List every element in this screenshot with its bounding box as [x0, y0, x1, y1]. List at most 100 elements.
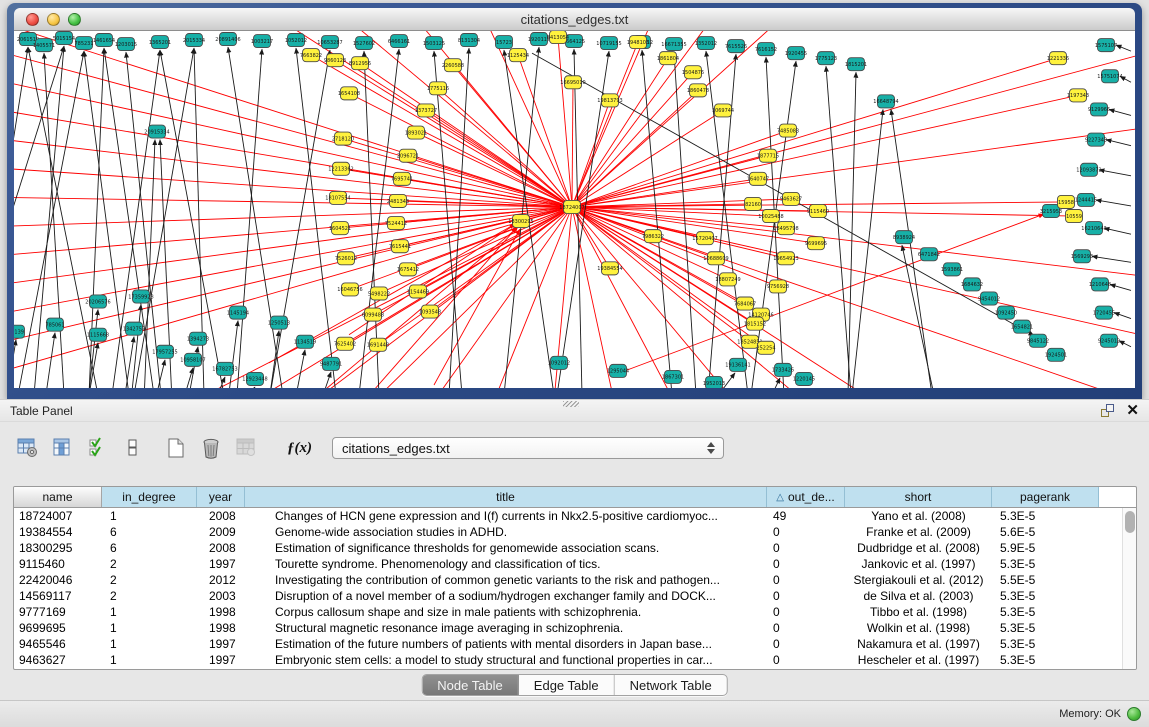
graph-edge[interactable]: [574, 49, 582, 388]
graph-node[interactable]: 7616152: [755, 43, 777, 56]
column-header-name[interactable]: name: [14, 487, 102, 507]
graph-edge[interactable]: [45, 333, 55, 388]
new-file-icon[interactable]: [164, 436, 188, 460]
graph-node[interactable]: 1733426: [772, 363, 794, 376]
splitter-grip[interactable]: [563, 401, 579, 407]
graph-edge[interactable]: [335, 60, 572, 207]
vertical-scrollbar[interactable]: [1122, 508, 1136, 669]
show-column-icon[interactable]: [51, 436, 75, 460]
graph-node[interactable]: 1924501: [1045, 348, 1067, 361]
graph-edge[interactable]: [852, 109, 883, 388]
table-row[interactable]: 1456911722003Disruption of a novel membe…: [14, 588, 1122, 604]
tab-network-table[interactable]: Network Table: [615, 675, 727, 695]
graph-edge[interactable]: [572, 82, 573, 207]
scrollbar-thumb[interactable]: [1125, 511, 1135, 533]
graph-node[interactable]: 1203015: [115, 38, 137, 51]
graph-node[interactable]: 1134519: [294, 335, 316, 348]
graph-edge[interactable]: [18, 51, 84, 388]
graph-node[interactable]: 1125434: [507, 49, 529, 62]
graph-node[interactable]: 1244415: [1075, 193, 1097, 206]
graph-node[interactable]: 785061: [45, 318, 64, 331]
graph-node[interactable]: 19136141: [725, 358, 750, 371]
graph-edge[interactable]: [572, 90, 698, 207]
graph-node[interactable]: 8912956: [349, 57, 371, 70]
graph-node[interactable]: 5498222: [368, 287, 390, 300]
graph-edge[interactable]: [572, 72, 693, 207]
graph-node[interactable]: 6466161: [388, 35, 410, 48]
graph-node[interactable]: 2015334: [183, 34, 205, 47]
graph-edge[interactable]: [416, 133, 572, 207]
table-body[interactable]: 1872400712008Changes of HCN gene express…: [14, 508, 1122, 669]
graph-node[interactable]: 1861804: [657, 52, 679, 65]
graph-node[interactable]: 2481343: [387, 194, 409, 207]
graph-node[interactable]: 7684067: [734, 297, 756, 310]
graph-edge[interactable]: [1092, 256, 1131, 262]
graph-node[interactable]: 1675412: [397, 263, 419, 276]
column-header-title[interactable]: title: [245, 487, 767, 507]
graph-node[interactable]: 1220145: [793, 372, 815, 385]
graph-node[interactable]: 7526012: [335, 252, 357, 265]
column-header-short[interactable]: short: [845, 487, 992, 507]
graph-edge[interactable]: [1096, 200, 1131, 206]
graph-node[interactable]: 1221336: [1047, 52, 1069, 65]
trash-icon[interactable]: [199, 436, 223, 460]
graph-edge[interactable]: [228, 321, 238, 388]
graph-edge[interactable]: [572, 42, 638, 207]
table-row[interactable]: 946554611997Estimation of the future num…: [14, 636, 1122, 652]
graph-edge[interactable]: [1110, 284, 1131, 290]
graph-node[interactable]: 1342757: [123, 322, 145, 335]
graph-node[interactable]: 8413054: [547, 31, 569, 44]
graph-node[interactable]: 1373727: [415, 104, 437, 117]
graph-node[interactable]: 9227343: [1085, 133, 1107, 146]
table-selector-dropdown[interactable]: citations_edges.txt: [332, 437, 724, 459]
graph-node[interactable]: 10559: [1066, 210, 1083, 223]
graph-node[interactable]: 7524412: [385, 217, 407, 230]
graph-edge[interactable]: [14, 340, 16, 388]
graph-node[interactable]: 1948103: [627, 36, 649, 49]
graph-node[interactable]: 1775116: [427, 82, 449, 95]
graph-node[interactable]: 1569293: [1071, 250, 1093, 263]
graph-node[interactable]: 8131304: [458, 34, 480, 47]
graph-node[interactable]: 9487791: [320, 357, 342, 370]
graph-node[interactable]: 9463627: [780, 192, 802, 205]
table-row[interactable]: 1938455462009Genome-wide association stu…: [14, 524, 1122, 540]
graph-node[interactable]: 1654821: [1011, 320, 1033, 333]
graph-node[interactable]: 1860478: [687, 84, 709, 97]
graph-node[interactable]: 1527602: [353, 37, 375, 50]
graph-node[interactable]: 9860128: [324, 54, 346, 67]
graph-edge[interactable]: [1099, 170, 1131, 176]
column-header-year[interactable]: year: [197, 487, 245, 507]
graph-node[interactable]: 9699695: [805, 237, 827, 250]
graph-node[interactable]: 1405571: [33, 39, 55, 52]
graph-node[interactable]: 1197343: [1067, 89, 1089, 102]
graph-node[interactable]: 1952013: [703, 376, 725, 388]
graph-node[interactable]: 1575107: [1095, 39, 1117, 52]
graph-node[interactable]: 15723: [496, 36, 513, 49]
graph-node[interactable]: 1461654: [93, 34, 115, 47]
table-row[interactable]: 1872400712008Changes of HCN gene express…: [14, 508, 1122, 524]
zoom-window-icon[interactable]: [68, 13, 81, 26]
graph-node[interactable]: 1920455: [785, 47, 807, 60]
graph-edge[interactable]: [902, 245, 934, 388]
graph-edge[interactable]: [572, 110, 723, 207]
column-header-out_de[interactable]: △out_de...: [767, 487, 845, 507]
graph-node[interactable]: 2096721: [397, 149, 419, 162]
graph-node[interactable]: 7615526: [725, 40, 747, 53]
graph-node[interactable]: 9845122: [1027, 334, 1049, 347]
graph-node[interactable]: 785231: [74, 37, 93, 50]
graph-node[interactable]: 1815201: [845, 58, 867, 71]
graph-node[interactable]: 6099488: [362, 308, 384, 321]
graph-node[interactable]: 7986322: [642, 230, 664, 243]
graph-edge[interactable]: [14, 207, 572, 227]
table-row[interactable]: 977716911998Corpus callosum shape and si…: [14, 604, 1122, 620]
graph-node[interactable]: 1503125: [423, 37, 445, 50]
graph-edge[interactable]: [311, 55, 572, 207]
graph-node[interactable]: 252254: [756, 341, 775, 354]
graph-node[interactable]: 1691448: [367, 338, 389, 351]
graph-edge[interactable]: [826, 66, 851, 388]
graph-node[interactable]: 8938924: [893, 231, 915, 244]
graph-node[interactable]: 16695010: [560, 76, 585, 89]
minimize-window-icon[interactable]: [47, 13, 60, 26]
graph-edge[interactable]: [572, 207, 874, 388]
close-window-icon[interactable]: [26, 13, 39, 26]
